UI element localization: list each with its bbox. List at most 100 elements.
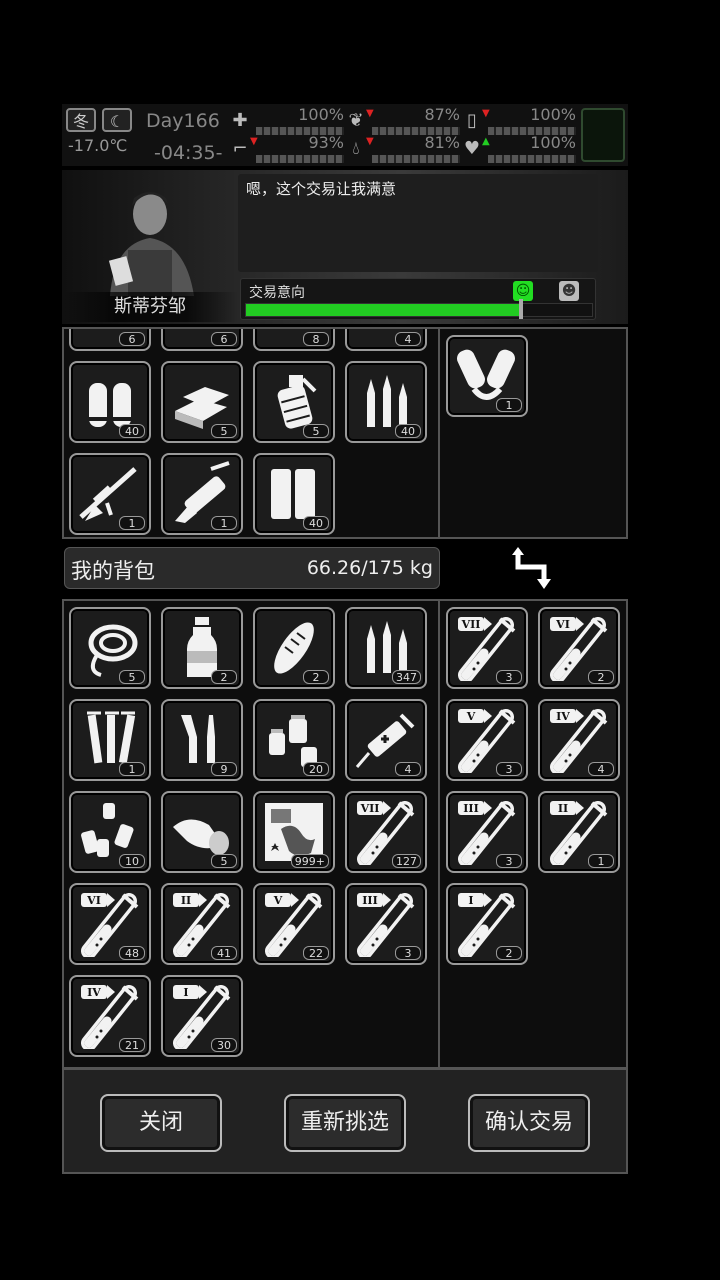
thirst-bar	[372, 155, 460, 163]
trade-intent-panel: 交易意向 ☺ ☻	[240, 278, 596, 320]
trader-item-slot[interactable]: 40	[345, 361, 427, 443]
item-quantity: 2	[211, 670, 237, 684]
equipped-slot[interactable]	[581, 108, 625, 162]
item-quantity: 3	[496, 670, 522, 684]
item-quantity: 10	[119, 854, 145, 868]
item-quantity: 2	[496, 946, 522, 960]
trader-portrait	[108, 192, 194, 296]
temperature: -17.0℃	[68, 136, 128, 155]
day-counter: Day166	[146, 110, 220, 132]
svg-text:VI: VI	[86, 894, 101, 907]
trader-offer-item-slot[interactable]: 1	[446, 335, 528, 417]
backpack-item-slot[interactable]: 5	[161, 791, 243, 873]
player-offer-item-slot[interactable]: III 3	[446, 791, 528, 873]
season-indicator: 冬	[66, 108, 96, 132]
energy-value: 100%	[530, 105, 576, 124]
svg-text:II: II	[558, 802, 568, 815]
item-quantity: 20	[303, 762, 329, 776]
item-quantity: 6	[119, 332, 145, 346]
boot-icon: ⌐	[232, 138, 248, 159]
backpack-item-slot[interactable]: 10	[69, 791, 151, 873]
item-quantity: 999+	[290, 854, 329, 868]
svg-text:VII: VII	[461, 618, 481, 631]
happy-face-icon: ☺	[513, 281, 533, 301]
backpack-item-slot[interactable]: VI 48	[69, 883, 151, 965]
confirm-trade-button[interactable]: 确认交易	[468, 1094, 590, 1152]
backpack-item-slot[interactable]: 4	[345, 699, 427, 781]
backpack-item-slot[interactable]: I 30	[161, 975, 243, 1057]
item-quantity: 1	[496, 398, 522, 412]
backpack-item-slot[interactable]: 347	[345, 607, 427, 689]
mood-stat: ♥ ▲ 100%	[460, 133, 576, 163]
item-quantity: 1	[119, 762, 145, 776]
backpack-item-slot[interactable]: 5	[69, 607, 151, 689]
player-offer-item-slot[interactable]: II 1	[538, 791, 620, 873]
trade-intent-bar	[245, 303, 593, 317]
backpack-item-slot[interactable]: 9	[161, 699, 243, 781]
hunger-stat: ❦ ▼ 87%	[344, 105, 460, 135]
item-quantity: 48	[119, 946, 145, 960]
status-bar: 冬 ☾ -17.0℃ Day166 -04:35- ✚ 100% ❦ ▼ 87%…	[62, 104, 628, 166]
backpack-item-slot[interactable]: 2	[161, 607, 243, 689]
hunger-value: 87%	[424, 105, 460, 124]
trader-name: 斯蒂芬邹	[62, 292, 238, 322]
swap-icon[interactable]	[510, 545, 556, 591]
down-arrow-icon: ▼	[366, 136, 374, 147]
player-offer-item-slot[interactable]: IV 4	[538, 699, 620, 781]
item-quantity: 3	[496, 854, 522, 868]
player-offer-item-slot[interactable]: VI 2	[538, 607, 620, 689]
svg-text:IV: IV	[556, 710, 570, 723]
trader-item-slot[interactable]: 40	[253, 453, 335, 535]
item-quantity: 40	[303, 516, 329, 530]
backpack-item-slot[interactable]: 999+	[253, 791, 335, 873]
stomach-icon: ❦	[348, 110, 364, 131]
svg-text:III: III	[463, 802, 478, 815]
backpack-item-slot[interactable]: 20	[253, 699, 335, 781]
trader-item-slot[interactable]: 5	[253, 361, 335, 443]
trader-item-slot[interactable]: 1	[69, 453, 151, 535]
item-quantity: 5	[211, 854, 237, 868]
item-quantity: 3	[496, 762, 522, 776]
heart-icon: ♥	[463, 138, 481, 159]
item-quantity: 21	[119, 1038, 145, 1052]
health-value: 100%	[298, 105, 344, 124]
backpack-item-slot[interactable]: 1	[69, 699, 151, 781]
trader-item-slot[interactable]: 1	[161, 453, 243, 535]
trade-intent-label: 交易意向	[249, 285, 305, 301]
trader-item-slot[interactable]: 8	[253, 329, 335, 351]
health-kit-icon: ✚	[232, 110, 248, 131]
backpack-item-slot[interactable]: IV 21	[69, 975, 151, 1057]
trader-item-slot[interactable]: 4	[345, 329, 427, 351]
backpack-item-slot[interactable]: III 3	[345, 883, 427, 965]
stamina-bar	[256, 155, 344, 163]
player-offer-item-slot[interactable]: V3	[446, 699, 528, 781]
item-quantity: 8	[303, 332, 329, 346]
backpack-item-slot[interactable]: 2	[253, 607, 335, 689]
moon-icon: ☾	[102, 108, 132, 132]
energy-stat: ▯ ▼ 100%	[460, 105, 576, 135]
item-quantity: 4	[395, 762, 421, 776]
item-quantity: 4	[395, 332, 421, 346]
item-quantity: 6	[211, 332, 237, 346]
item-quantity: 22	[303, 946, 329, 960]
close-button[interactable]: 关闭	[100, 1094, 222, 1152]
backpack-item-slot[interactable]: II 41	[161, 883, 243, 965]
item-quantity: 40	[119, 424, 145, 438]
player-offer-item-slot[interactable]: I2	[446, 883, 528, 965]
trader-item-slot[interactable]: 6	[161, 329, 243, 351]
player-offer-item-slot[interactable]: VII 3	[446, 607, 528, 689]
trader-dialog: 嗯，这个交易让我满意	[238, 174, 598, 272]
backpack-item-slot[interactable]: V 22	[253, 883, 335, 965]
action-bar: 关闭 重新挑选 确认交易	[62, 1068, 628, 1174]
trader-item-slot[interactable]: 6	[69, 329, 151, 351]
svg-text:V: V	[273, 894, 283, 907]
reselect-button[interactable]: 重新挑选	[284, 1094, 406, 1152]
thirst-value: 81%	[424, 133, 460, 152]
down-arrow-icon: ▼	[250, 136, 258, 147]
trader-item-slot[interactable]: 40	[69, 361, 151, 443]
backpack-item-slot[interactable]: VII 127	[345, 791, 427, 873]
item-quantity: 40	[395, 424, 421, 438]
trader-item-slot[interactable]: 5	[161, 361, 243, 443]
svg-text:V: V	[466, 710, 476, 723]
item-quantity: 41	[211, 946, 237, 960]
